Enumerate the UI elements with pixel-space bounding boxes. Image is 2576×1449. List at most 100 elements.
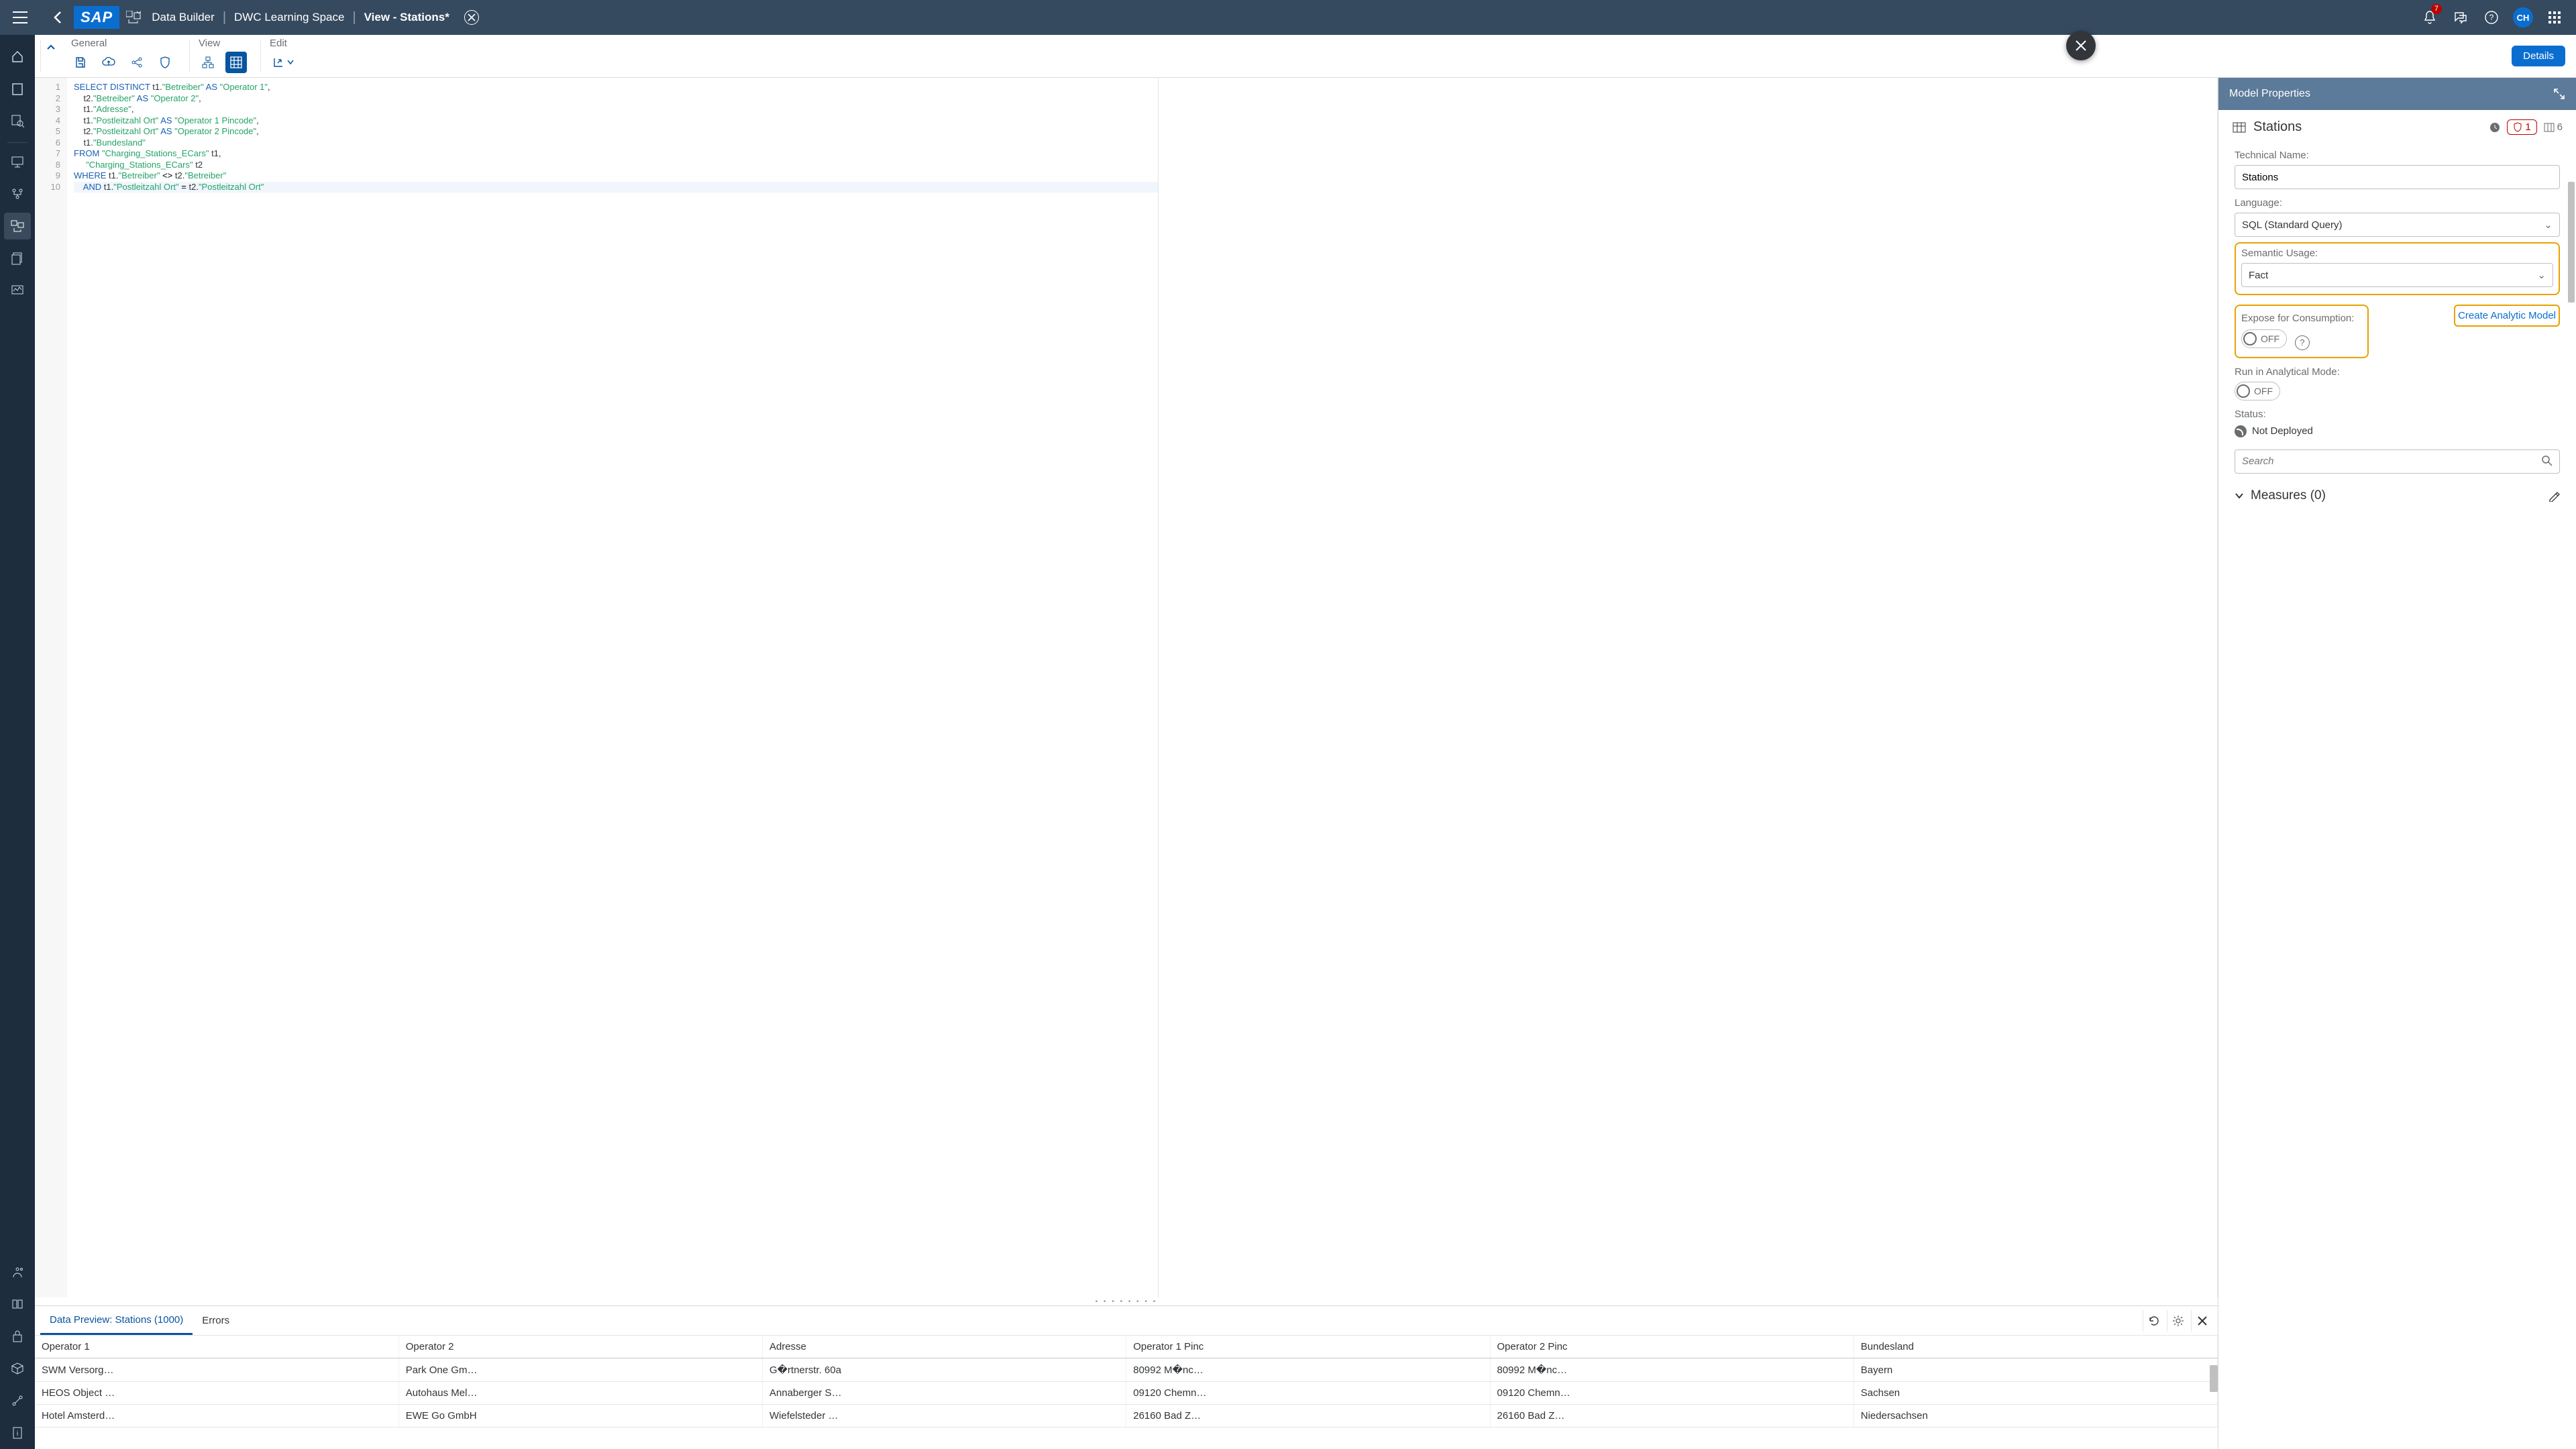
nav-transport[interactable] [4,1355,31,1382]
nav-business[interactable] [4,148,31,175]
chat-icon [2453,11,2468,24]
nav-security[interactable] [4,1323,31,1350]
app-grid-button[interactable] [2545,8,2564,27]
nav-home[interactable] [4,43,31,70]
props-body: Technical Name: Language: SQL (Standard … [2218,142,2576,1449]
nav-dataaccess[interactable] [4,245,31,272]
marketplace-icon [11,1265,24,1279]
scrollbar-vertical[interactable] [2568,182,2575,303]
table-header[interactable]: Operator 2 [398,1336,762,1358]
save-icon [74,56,87,68]
table-header[interactable]: Operator 1 [35,1336,398,1358]
close-preview-button[interactable] [2191,1310,2212,1332]
user-avatar[interactable]: CH [2513,7,2533,28]
props-search [2235,449,2560,474]
table-header[interactable]: Operator 1 Pinc [1126,1336,1490,1358]
left-nav: i [0,35,35,1449]
toggle-knob [2237,384,2250,398]
folder-icon [11,82,23,95]
breadcrumb-space[interactable]: DWC Learning Space [234,11,344,24]
validation-badge[interactable]: 1 [2507,119,2536,135]
help-button[interactable]: ? [2482,8,2501,27]
svg-text:i: i [17,1430,18,1438]
props-header-title: Model Properties [2229,88,2310,100]
tab-errors[interactable]: Errors [193,1306,239,1335]
feedback-button[interactable] [2451,8,2470,27]
nav-flows[interactable] [4,180,31,207]
semantic-usage-highlight: Semantic Usage: Fact ⌄ [2235,242,2560,295]
scrollbar-vertical[interactable] [2210,1365,2218,1392]
deploy-status: Not Deployed [2235,425,2560,437]
create-analytic-model-link[interactable]: Create Analytic Model [2458,310,2556,321]
hierarchy-icon [202,56,214,68]
export-button[interactable] [268,52,298,73]
nav-databuilder[interactable] [4,213,31,239]
table-row[interactable]: HEOS Object …Autohaus Mel…Annaberger S…0… [35,1382,2218,1405]
chevron-down-icon: ⌄ [2537,269,2546,281]
preview-settings-button[interactable] [2167,1310,2188,1332]
close-overlay-button[interactable] [2066,31,2096,60]
nav-catalog[interactable] [4,107,31,134]
tech-name-input[interactable] [2235,165,2560,189]
table-row[interactable]: SWM Versorg…Park One Gm…G�rtnerstr. 60a8… [35,1358,2218,1382]
nav-content[interactable] [4,1291,31,1318]
measures-section: Measures (0) [2235,488,2560,503]
svg-text:?: ? [2489,13,2494,22]
language-select[interactable]: SQL (Standard Query) ⌄ [2235,213,2560,237]
create-analytic-model-highlight: Create Analytic Model [2454,305,2560,327]
presentation-icon [11,156,24,168]
flows-icon [11,187,24,201]
refresh-icon [2148,1315,2160,1327]
notifications-button[interactable]: 7 [2420,8,2439,27]
table-header[interactable]: Operator 2 Pinc [1490,1336,1854,1358]
model-properties-panel: Model Properties Stations 1 6 [2218,78,2576,1449]
help-icon: ? [2484,10,2499,25]
nav-repository[interactable] [4,75,31,102]
nav-marketplace[interactable] [4,1258,31,1285]
measures-toggle[interactable] [2235,492,2244,500]
save-button[interactable] [70,52,91,73]
table-header[interactable]: Adresse [763,1336,1126,1358]
nav-about[interactable]: i [4,1419,31,1446]
clock-icon [2489,122,2500,133]
expose-toggle[interactable]: OFF [2241,329,2287,348]
details-button[interactable]: Details [2512,46,2565,66]
expand-panel-button[interactable] [2553,88,2565,100]
package-icon [11,1362,24,1375]
back-button[interactable] [46,5,70,30]
data-view-button[interactable] [225,52,247,73]
deploy-button[interactable] [98,52,119,73]
table-header[interactable]: Bundesland [1854,1336,2217,1358]
status-label: Status: [2235,409,2560,420]
share-button[interactable] [126,52,148,73]
menu-button[interactable] [7,4,34,31]
tab-data-preview[interactable]: Data Preview: Stations (1000) [40,1306,193,1335]
language-label: Language: [2235,197,2560,209]
breadcrumb: Data Builder | DWC Learning Space | View… [126,10,479,25]
shell-actions: 7 ? CH [2420,7,2564,28]
refresh-preview-button[interactable] [2143,1310,2164,1332]
breadcrumb-app[interactable]: Data Builder [152,11,215,24]
gear-icon [2172,1315,2184,1327]
tech-name-label: Technical Name: [2235,150,2560,161]
close-icon [2197,1316,2208,1326]
sql-editor[interactable]: 12345678910 SELECT DISTINCT t1."Betreibe… [35,78,2218,1297]
expose-help-button[interactable]: ? [2295,335,2310,350]
status-indicator [2489,122,2500,133]
code-content[interactable]: SELECT DISTINCT t1."Betreiber" AS "Opera… [67,78,1158,193]
columns-badge[interactable]: 6 [2544,121,2563,133]
edit-measures-button[interactable] [2548,490,2560,502]
hamburger-icon [13,11,28,23]
validate-button[interactable] [154,52,176,73]
table-row[interactable]: Hotel Amsterd…EWE Go GmbHWiefelsteder …2… [35,1405,2218,1428]
home-icon [11,50,24,63]
nav-connections[interactable] [4,1387,31,1414]
close-tab-button[interactable] [464,10,479,25]
model-view-button[interactable] [197,52,219,73]
semantic-select[interactable]: Fact ⌄ [2241,263,2553,287]
props-search-input[interactable] [2235,449,2560,474]
nav-monitor[interactable] [4,277,31,304]
analytical-toggle[interactable]: OFF [2235,382,2280,400]
columns-icon [2544,122,2555,133]
resize-handle[interactable]: • • • • • • • • [35,1297,2218,1305]
